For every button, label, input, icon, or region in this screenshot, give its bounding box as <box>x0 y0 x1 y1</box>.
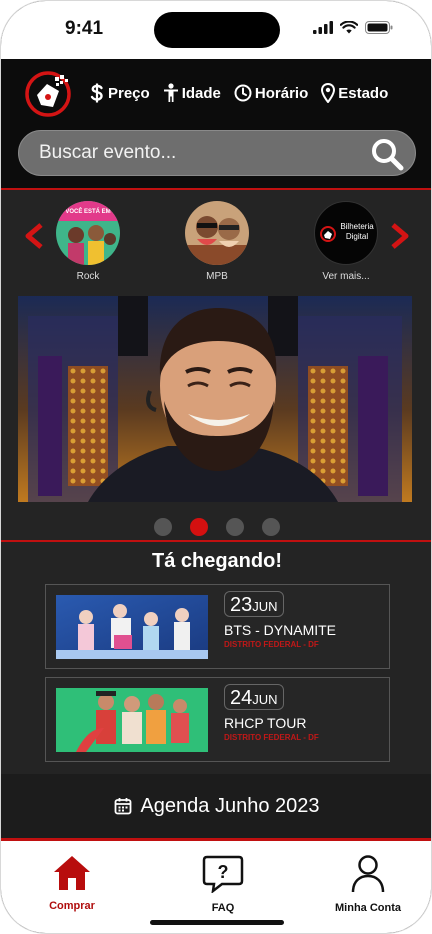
category-rock-thumb-text: VOCÊ ESTÁ EM <box>65 207 110 215</box>
event-name: BTS - DYNAMITE <box>224 622 337 638</box>
category-more[interactable]: Bilheteria Digital Ver mais... <box>313 201 379 282</box>
category-more-label: Ver mais... <box>322 271 370 282</box>
event-month: JUN <box>252 599 278 614</box>
carousel-dot[interactable] <box>226 518 244 536</box>
person-icon <box>163 83 178 102</box>
category-rock-label: Rock <box>76 271 100 282</box>
filter-state[interactable]: Estado <box>321 83 388 103</box>
tab-comprar-label: Comprar <box>49 900 95 912</box>
search-icon[interactable] <box>369 136 405 172</box>
event-date-badge: 24 JUN <box>224 684 284 710</box>
filter-age[interactable]: Idade <box>163 83 221 103</box>
filter-time-label: Horário <box>254 84 309 102</box>
filter-price[interactable]: Preço <box>89 83 150 103</box>
event-day: 24 <box>230 687 253 709</box>
search-input[interactable] <box>39 131 369 175</box>
clock-icon <box>234 84 252 102</box>
dollar-icon <box>90 83 103 103</box>
wifi-icon <box>340 21 358 34</box>
chevron-left-icon[interactable] <box>23 223 45 249</box>
event-date-badge: 23 JUN <box>224 591 284 617</box>
carousel-dot[interactable] <box>262 518 280 536</box>
carousel-dot[interactable] <box>154 518 172 536</box>
banner-image <box>18 296 412 502</box>
event-month: JUN <box>252 692 278 707</box>
category-more-thumb: Bilheteria Digital <box>314 201 378 265</box>
category-rock[interactable]: VOCÊ ESTÁ EM Rock <box>55 201 121 282</box>
user-icon <box>351 855 385 893</box>
category-mpb-label: MPB <box>206 271 228 282</box>
category-carousel: VOCÊ ESTÁ EM Rock MPB Bilheteria Digital… <box>1 193 431 289</box>
agenda-label: Agenda Junho 2023 <box>140 794 320 817</box>
home-icon <box>54 856 90 890</box>
event-image-rhcp <box>56 688 208 752</box>
filter-age-label: Idade <box>181 84 221 102</box>
event-location: DISTRITO FEDERAL - DF <box>224 640 319 649</box>
signal-icon <box>313 21 333 34</box>
location-pin-icon <box>321 83 336 103</box>
event-card-bts[interactable]: 23 JUN BTS - DYNAMITE DISTRITO FEDERAL -… <box>45 584 390 669</box>
featured-banner[interactable] <box>18 296 412 502</box>
carousel-dot-active[interactable] <box>190 518 208 536</box>
event-image-bts <box>56 595 208 659</box>
tab-faq-label: FAQ <box>211 902 235 914</box>
category-mpb-thumb <box>185 201 249 265</box>
status-icons <box>313 21 393 34</box>
category-mpb[interactable]: MPB <box>184 201 250 282</box>
battery-icon <box>365 21 393 34</box>
tab-faq[interactable]: ? FAQ <box>168 855 278 914</box>
agenda-link[interactable]: Agenda Junho 2023 <box>1 774 431 838</box>
tab-minha-conta-label: Minha Conta <box>335 902 401 914</box>
coming-section-title: Tá chegando! <box>151 550 282 572</box>
event-day: 23 <box>230 594 253 616</box>
svg-text:?: ? <box>218 862 229 882</box>
header-divider <box>1 188 431 190</box>
phone-screen: 9:41 Preço Idade Horário Estado Buscar e… <box>0 0 432 934</box>
calendar-icon <box>115 798 132 815</box>
category-rock-thumb: VOCÊ ESTÁ EM <box>56 201 120 265</box>
status-bar: 9:41 <box>1 1 431 59</box>
section-divider <box>1 540 431 542</box>
event-card-rhcp[interactable]: 24 JUN RHCP TOUR DISTRITO FEDERAL - DF <box>45 677 390 762</box>
app-header: Preço Idade Horário Estado Buscar evento… <box>1 59 431 189</box>
carousel-dots <box>1 518 431 536</box>
event-name: RHCP TOUR <box>224 715 307 731</box>
tab-comprar[interactable]: Comprar <box>17 855 127 912</box>
tab-minha-conta[interactable]: Minha Conta <box>313 855 423 914</box>
search-bar <box>18 130 416 176</box>
app-logo[interactable] <box>23 69 73 119</box>
filter-bar: Preço Idade Horário Estado <box>89 83 388 103</box>
faq-icon: ? <box>202 855 244 894</box>
status-time: 9:41 <box>65 18 104 39</box>
dynamic-island <box>154 12 280 48</box>
filter-state-label: Estado <box>338 84 389 102</box>
category-more-thumb-text: Bilheteria Digital <box>340 222 374 241</box>
home-indicator[interactable] <box>150 920 284 925</box>
event-location: DISTRITO FEDERAL - DF <box>224 733 319 742</box>
filter-time[interactable]: Horário <box>234 83 308 103</box>
filter-price-label: Preço <box>108 84 150 102</box>
chevron-right-icon[interactable] <box>389 223 411 249</box>
